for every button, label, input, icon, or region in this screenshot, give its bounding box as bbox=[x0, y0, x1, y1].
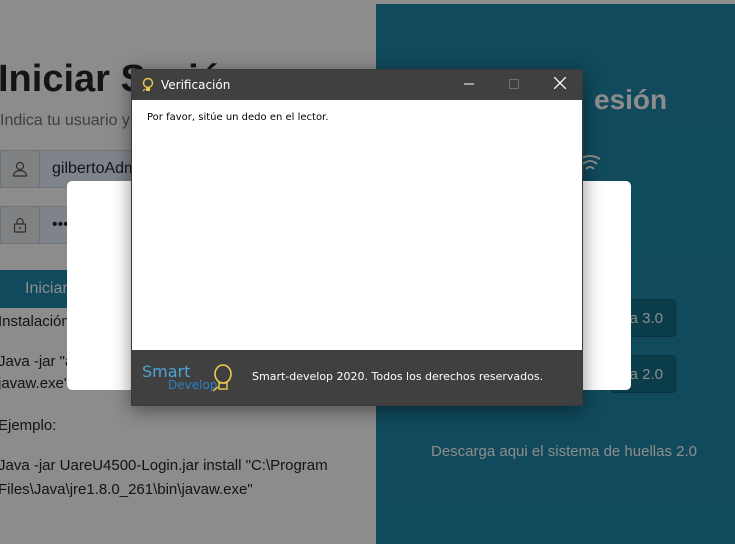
logo-bulb-icon bbox=[212, 362, 234, 399]
minimize-icon bbox=[463, 76, 474, 94]
window-title: Verificación bbox=[161, 78, 231, 92]
verification-window: Verificación Por favor, sitúe un dedo en… bbox=[131, 69, 583, 406]
minimize-button[interactable] bbox=[446, 70, 491, 100]
instruction-text: Por favor, sitúe un dedo en el lector. bbox=[147, 112, 329, 123]
lightbulb-icon bbox=[140, 77, 156, 93]
window-body: Por favor, sitúe un dedo en el lector. bbox=[132, 100, 582, 350]
maximize-icon bbox=[508, 76, 519, 94]
smart-develop-logo: Smart Develop bbox=[140, 358, 240, 398]
maximize-button bbox=[491, 70, 536, 100]
window-titlebar[interactable]: Verificación bbox=[132, 70, 582, 100]
close-button[interactable] bbox=[537, 70, 582, 100]
window-footer: Smart Develop Smart-develop 2020. Todos … bbox=[132, 350, 582, 405]
close-icon bbox=[553, 76, 566, 94]
copyright-text: Smart-develop 2020. Todos los derechos r… bbox=[252, 370, 544, 383]
logo-text-develop: Develop bbox=[168, 378, 218, 392]
